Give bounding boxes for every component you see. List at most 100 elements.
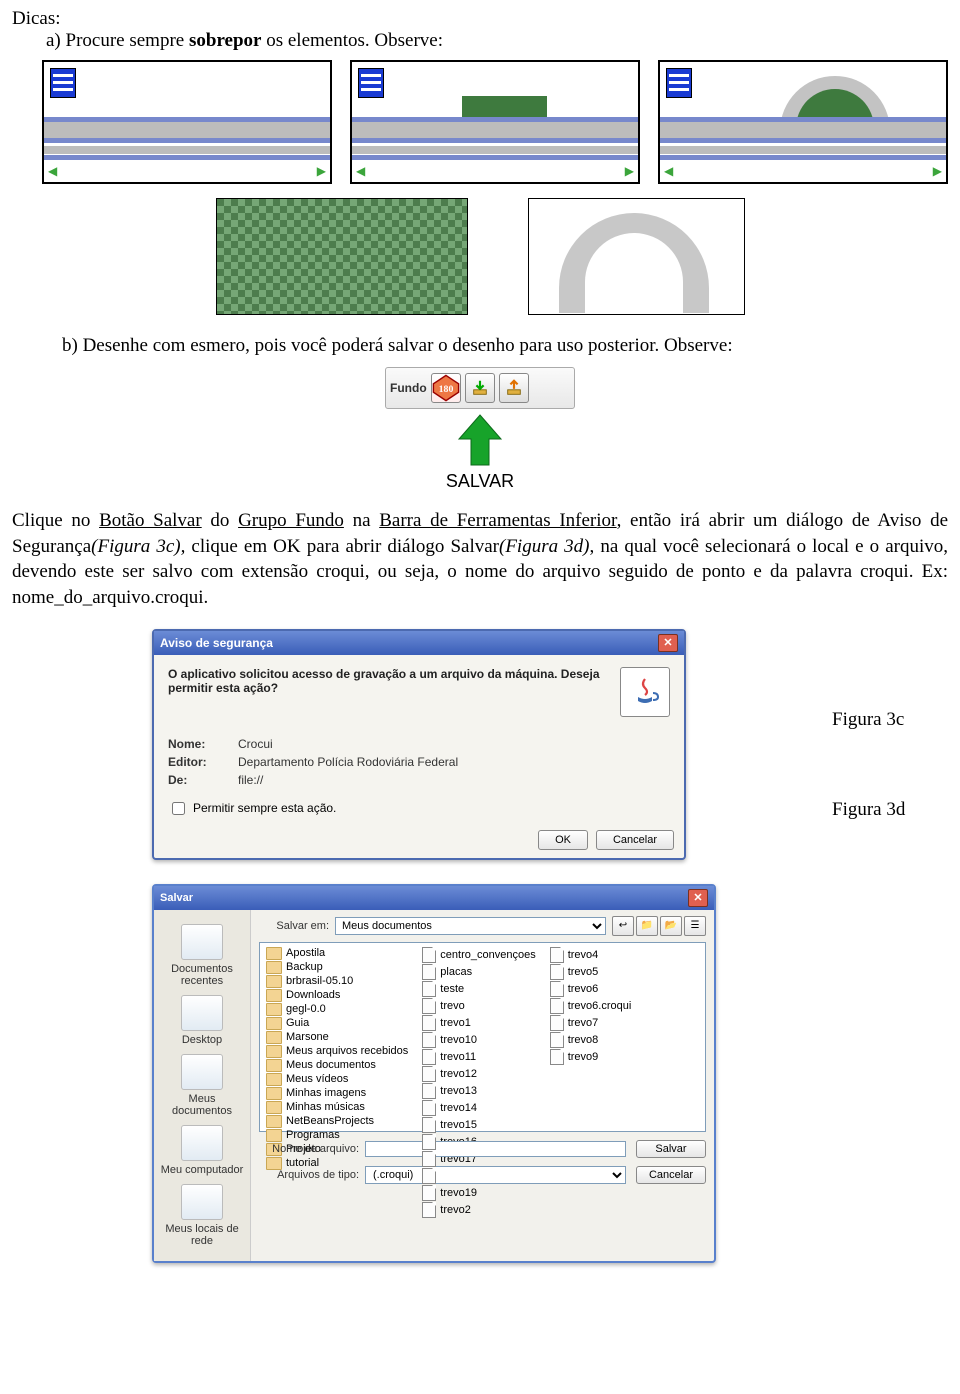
file-name: NetBeansProjects: [286, 1115, 374, 1127]
file-entry[interactable]: trevo14: [422, 1100, 535, 1116]
places-item[interactable]: Meus locais de rede: [158, 1184, 246, 1247]
filetype-select[interactable]: (.croqui): [365, 1166, 626, 1184]
folder-icon: [266, 1031, 282, 1044]
close-button[interactable]: ✕: [658, 634, 678, 652]
file-icon: [422, 1066, 436, 1082]
file-icon: [550, 1049, 564, 1065]
folder-icon: [266, 961, 282, 974]
file-icon: [422, 1049, 436, 1065]
file-entry[interactable]: trevo15: [422, 1117, 535, 1133]
file-entry[interactable]: trevo10: [422, 1032, 535, 1048]
file-entry[interactable]: Downloads: [266, 989, 408, 1002]
file-name: trevo9: [568, 1051, 599, 1063]
place-label: Documentos recentes: [158, 963, 246, 987]
file-entry[interactable]: trevo5: [550, 964, 632, 980]
file-entry[interactable]: Meus arquivos recebidos: [266, 1045, 408, 1058]
item-a-text2: os elementos. Observe:: [261, 30, 443, 51]
file-name: trevo2: [440, 1204, 471, 1216]
file-entry[interactable]: teste: [422, 981, 535, 997]
fundo-toolbar: Fundo 180: [385, 367, 575, 409]
file-entry[interactable]: trevo13: [422, 1083, 535, 1099]
arrow-left-icon: ◀: [48, 164, 57, 179]
ok-button[interactable]: OK: [538, 830, 588, 850]
dialog-save-button[interactable]: Salvar: [636, 1140, 706, 1158]
file-entry[interactable]: trevo4: [550, 947, 632, 963]
file-icon: [550, 964, 564, 980]
rotate-180-button[interactable]: 180: [431, 373, 461, 403]
file-entry[interactable]: trevo1: [422, 1015, 535, 1031]
file-list[interactable]: Apostila Backup brbrasil-05.10Downloadsgeg…: [259, 942, 706, 1132]
filename-input[interactable]: [365, 1141, 626, 1157]
security-dialog: Aviso de segurança ✕ O aplicativo solici…: [152, 629, 686, 860]
file-entry[interactable]: trevo7: [550, 1015, 632, 1031]
file-entry[interactable]: trevo6.croqui: [550, 998, 632, 1014]
folder-icon: [266, 1059, 282, 1072]
folder-icon: [266, 1115, 282, 1128]
file-entry[interactable]: trevo8: [550, 1032, 632, 1048]
file-name: trevo7: [568, 1017, 599, 1029]
place-label: Meus locais de rede: [158, 1223, 246, 1247]
back-icon[interactable]: ↩: [612, 916, 634, 936]
de-value: file://: [238, 773, 263, 787]
file-name: Apostila: [286, 947, 325, 959]
para-u2: Grupo Fundo: [238, 510, 344, 531]
places-item[interactable]: Documentos recentes: [158, 924, 246, 987]
up-folder-icon[interactable]: 📁: [636, 916, 658, 936]
file-entry[interactable]: Marsone: [266, 1031, 408, 1044]
file-entry[interactable]: Apostila: [266, 947, 408, 960]
file-entry[interactable]: Meus vídeos: [266, 1073, 408, 1086]
close-button[interactable]: ✕: [688, 889, 708, 907]
view-icon[interactable]: ☰: [684, 916, 706, 936]
salvar-em-select[interactable]: Meus documentos: [335, 917, 606, 935]
para-t1: Clique no: [12, 510, 99, 531]
file-entry[interactable]: trevo19: [422, 1185, 535, 1201]
file-name: gegl-0.0: [286, 1003, 326, 1015]
file-entry[interactable]: Guia: [266, 1017, 408, 1030]
caption-figura-3c: Figura 3c: [832, 709, 904, 731]
filename-label: Nome de arquivo:: [259, 1143, 359, 1155]
file-name: Backup: [286, 961, 323, 973]
places-item[interactable]: Meus documentos: [158, 1054, 246, 1117]
file-entry[interactable]: trevo9: [550, 1049, 632, 1065]
file-icon: [422, 1117, 436, 1133]
file-entry[interactable]: trevo11: [422, 1049, 535, 1065]
new-folder-icon[interactable]: 📂: [660, 916, 682, 936]
dialog-cancel-button[interactable]: Cancelar: [636, 1166, 706, 1184]
item-a-bold: sobrepor: [189, 30, 261, 51]
file-entry[interactable]: NetBeansProjects: [266, 1115, 408, 1128]
allow-always-checkbox-label[interactable]: Permitir sempre esta ação.: [168, 799, 670, 818]
file-entry[interactable]: Meus documentos: [266, 1059, 408, 1072]
salvar-callout-label: SALVAR: [12, 471, 948, 492]
place-icon: [181, 995, 223, 1031]
file-name: Minhas músicas: [286, 1101, 365, 1113]
file-entry[interactable]: Minhas imagens: [266, 1087, 408, 1100]
folder-icon: [266, 989, 282, 1002]
editor-value: Departamento Polícia Rodoviária Federal: [238, 755, 458, 769]
file-entry[interactable]: trevo12: [422, 1066, 535, 1082]
allow-always-checkbox[interactable]: [172, 802, 185, 815]
place-label: Meu computador: [158, 1164, 246, 1176]
file-entry[interactable]: trevo6: [550, 981, 632, 997]
item-a-prefix: a): [46, 30, 61, 51]
load-button[interactable]: [465, 373, 495, 403]
places-item[interactable]: Meu computador: [158, 1125, 246, 1176]
file-entry[interactable]: trevo2: [422, 1202, 535, 1218]
file-name: Meus arquivos recebidos: [286, 1045, 408, 1057]
file-entry[interactable]: brbrasil-05.10: [266, 975, 408, 988]
file-icon: [550, 1015, 564, 1031]
folder-icon: [266, 1073, 282, 1086]
file-icon: [422, 1151, 436, 1167]
file-name: Meus vídeos: [286, 1073, 348, 1085]
file-name: trevo6: [568, 983, 599, 995]
places-item[interactable]: Desktop: [158, 995, 246, 1046]
file-entry[interactable]: gegl-0.0: [266, 1003, 408, 1016]
file-entry[interactable]: Backup: [266, 961, 408, 974]
item-b-text: Desenhe com esmero, pois você poderá sal…: [83, 335, 733, 356]
save-button[interactable]: [499, 373, 529, 403]
file-entry[interactable]: trevo: [422, 998, 535, 1014]
file-entry[interactable]: centro_convençoes: [422, 947, 535, 963]
cancel-button[interactable]: Cancelar: [596, 830, 674, 850]
file-icon: [422, 1100, 436, 1116]
file-entry[interactable]: placas: [422, 964, 535, 980]
file-entry[interactable]: Minhas músicas: [266, 1101, 408, 1114]
